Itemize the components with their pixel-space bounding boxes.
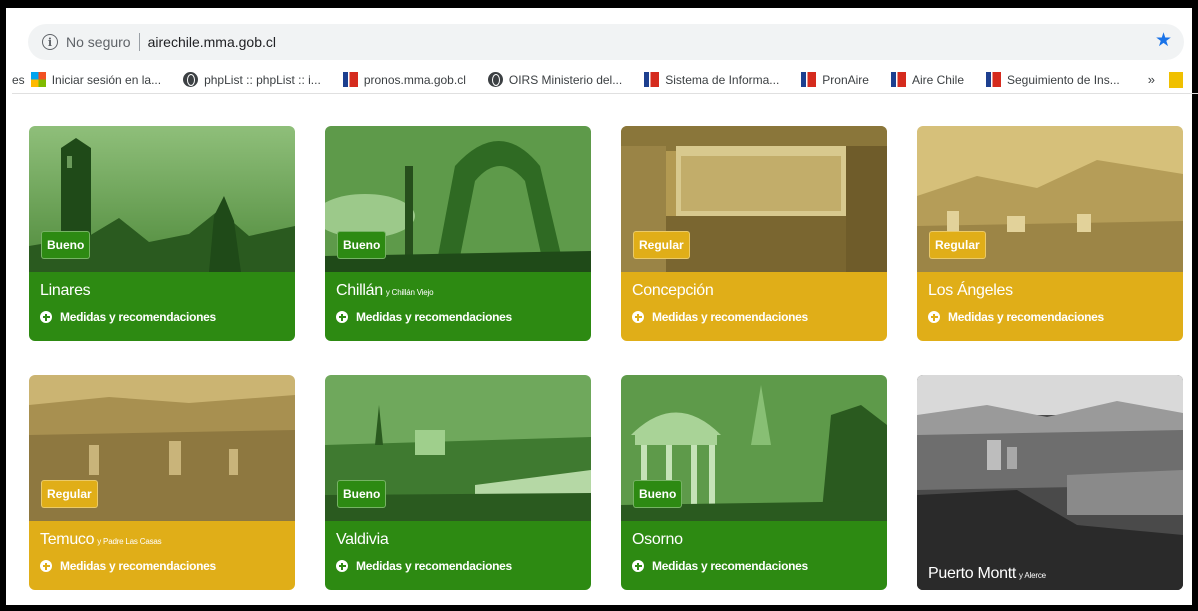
city-subtitle: y Padre Las Casas bbox=[97, 537, 162, 546]
bookmark-star-icon[interactable]: ★ bbox=[1155, 31, 1172, 51]
bookmark-item[interactable]: Seguimiento de Ins... bbox=[986, 72, 1120, 87]
gob-cl-icon bbox=[890, 72, 906, 87]
city-name: Los Ángeles bbox=[928, 282, 1171, 300]
card-footer: Los Ángeles Medidas y recomendaciones bbox=[917, 272, 1183, 341]
city-title: Temuco bbox=[40, 531, 95, 548]
gob-cl-icon bbox=[342, 72, 358, 87]
link-label: Medidas y recomendaciones bbox=[60, 559, 216, 573]
url-text[interactable]: airechile.mma.gob.cl bbox=[148, 34, 276, 50]
bookmark-item[interactable]: pronos.mma.gob.cl bbox=[342, 72, 466, 87]
city-name: Puerto Montt y Alerce bbox=[928, 565, 1171, 583]
city-title: Chillán bbox=[336, 282, 383, 299]
card-footer: Chillán y Chillán Viejo Medidas y recomen… bbox=[325, 272, 591, 341]
plus-circle-icon bbox=[336, 560, 348, 572]
recommendations-link[interactable]: Medidas y recomendaciones bbox=[632, 310, 875, 324]
recommendations-link[interactable]: Medidas y recomendaciones bbox=[632, 559, 875, 573]
globe-icon bbox=[487, 72, 503, 87]
city-card-concepcion[interactable]: Regular Concepción Medidas y recomendaci… bbox=[621, 126, 887, 341]
city-name: Temuco y Padre Las Casas bbox=[40, 531, 283, 549]
city-title: Linares bbox=[40, 282, 91, 299]
plus-circle-icon bbox=[336, 311, 348, 323]
info-icon[interactable]: i bbox=[42, 34, 58, 50]
status-badge: Bueno bbox=[41, 231, 91, 259]
status-badge: Bueno bbox=[337, 480, 387, 508]
city-title: Concepción bbox=[632, 282, 714, 299]
card-footer: Puerto Montt y Alerce bbox=[917, 555, 1183, 590]
bookmark-item[interactable]: Aire Chile bbox=[890, 72, 964, 87]
link-label: Medidas y recomendaciones bbox=[60, 310, 216, 324]
city-title: Puerto Montt bbox=[928, 565, 1017, 582]
card-footer: Temuco y Padre Las Casas Medidas y recome… bbox=[29, 521, 295, 590]
card-footer: Concepción Medidas y recomendaciones bbox=[621, 272, 887, 341]
address-bar[interactable]: i No seguro airechile.mma.gob.cl ★ bbox=[28, 24, 1184, 60]
status-badge: Bueno bbox=[337, 231, 387, 259]
globe-icon bbox=[183, 72, 199, 87]
bookmarks-bar: es Iniciar sesión en la... phpList :: ph… bbox=[12, 66, 1198, 94]
microsoft-icon bbox=[30, 72, 46, 87]
city-title: Osorno bbox=[632, 531, 683, 548]
status-badge: Regular bbox=[633, 231, 690, 259]
security-label: No seguro bbox=[66, 34, 131, 50]
bookmark-item[interactable]: Sistema de Informa... bbox=[644, 72, 779, 87]
recommendations-link[interactable]: Medidas y recomendaciones bbox=[40, 310, 283, 324]
city-card-temuco[interactable]: Regular Temuco y Padre Las Casas Medidas … bbox=[29, 375, 295, 590]
gob-cl-icon bbox=[986, 72, 1001, 87]
bookmark-label: PronAire bbox=[822, 72, 869, 87]
city-card-chillan[interactable]: Bueno Chillán y Chillán Viejo Medidas y r… bbox=[325, 126, 591, 341]
recommendations-link[interactable]: Medidas y recomendaciones bbox=[40, 559, 283, 573]
city-name: Osorno bbox=[632, 531, 875, 549]
link-label: Medidas y recomendaciones bbox=[356, 559, 512, 573]
bookmark-label: Iniciar sesión en la... bbox=[51, 72, 162, 87]
address-divider bbox=[138, 33, 140, 51]
browser-window: i No seguro airechile.mma.gob.cl ★ es In… bbox=[0, 0, 1198, 611]
bookmark-label: Aire Chile bbox=[911, 72, 964, 87]
plus-circle-icon bbox=[40, 311, 52, 323]
status-badge: Bueno bbox=[633, 480, 683, 508]
recommendations-link[interactable]: Medidas y recomendaciones bbox=[928, 310, 1171, 324]
bookmark-label: phpList :: phpList :: i... bbox=[204, 72, 321, 87]
card-footer: Linares Medidas y recomendaciones bbox=[29, 272, 295, 341]
recommendations-link[interactable]: Medidas y recomendaciones bbox=[336, 559, 579, 573]
city-title: Valdivia bbox=[336, 531, 389, 548]
recommendations-link[interactable]: Medidas y recomendaciones bbox=[336, 310, 579, 324]
city-card-los-angeles[interactable]: Regular Los Ángeles Medidas y recomendac… bbox=[917, 126, 1183, 341]
gob-cl-icon bbox=[801, 72, 817, 87]
link-label: Medidas y recomendaciones bbox=[652, 559, 808, 573]
city-card-linares[interactable]: Bueno Linares Medidas y recomendaciones bbox=[29, 126, 295, 341]
folder-icon[interactable] bbox=[1168, 71, 1183, 88]
bookmark-truncated[interactable]: es bbox=[12, 73, 25, 87]
card-footer: Valdivia Medidas y recomendaciones bbox=[325, 521, 591, 590]
city-subtitle: y Alerce bbox=[1019, 571, 1046, 580]
plus-circle-icon bbox=[632, 311, 644, 323]
city-name: Linares bbox=[40, 282, 283, 300]
link-label: Medidas y recomendaciones bbox=[652, 310, 808, 324]
plus-circle-icon bbox=[632, 560, 644, 572]
bookmark-item[interactable]: PronAire bbox=[801, 72, 869, 87]
bookmark-label: pronos.mma.gob.cl bbox=[363, 72, 466, 87]
plus-circle-icon bbox=[928, 311, 940, 323]
city-card-valdivia[interactable]: Bueno Valdivia Medidas y recomendaciones bbox=[325, 375, 591, 590]
bookmark-label: Seguimiento de Ins... bbox=[1007, 72, 1120, 87]
plus-circle-icon bbox=[40, 560, 52, 572]
city-title: Los Ángeles bbox=[928, 282, 1013, 299]
city-name: Chillán y Chillán Viejo bbox=[336, 282, 579, 300]
gob-cl-icon bbox=[644, 72, 660, 87]
bookmark-label: Sistema de Informa... bbox=[665, 72, 780, 87]
status-badge: Regular bbox=[929, 231, 986, 259]
city-card-puerto-montt[interactable]: Puerto Montt y Alerce bbox=[917, 375, 1183, 590]
city-name: Valdivia bbox=[336, 531, 579, 549]
city-card-osorno[interactable]: Bueno Osorno Medidas y recomendaciones bbox=[621, 375, 887, 590]
card-footer: Osorno Medidas y recomendaciones bbox=[621, 521, 887, 590]
status-badge: Regular bbox=[41, 480, 98, 508]
link-label: Medidas y recomendaciones bbox=[356, 310, 512, 324]
city-name: Concepción bbox=[632, 282, 875, 300]
bookmark-item[interactable]: Iniciar sesión en la... bbox=[30, 72, 162, 87]
bookmark-item[interactable]: phpList :: phpList :: i... bbox=[183, 72, 321, 87]
link-label: Medidas y recomendaciones bbox=[948, 310, 1104, 324]
city-subtitle: y Chillán Viejo bbox=[385, 288, 434, 297]
bookmarks-overflow-button[interactable]: » bbox=[1148, 72, 1155, 87]
bookmark-label: OIRS Ministerio del... bbox=[508, 72, 623, 87]
bookmark-item[interactable]: OIRS Ministerio del... bbox=[487, 72, 623, 87]
